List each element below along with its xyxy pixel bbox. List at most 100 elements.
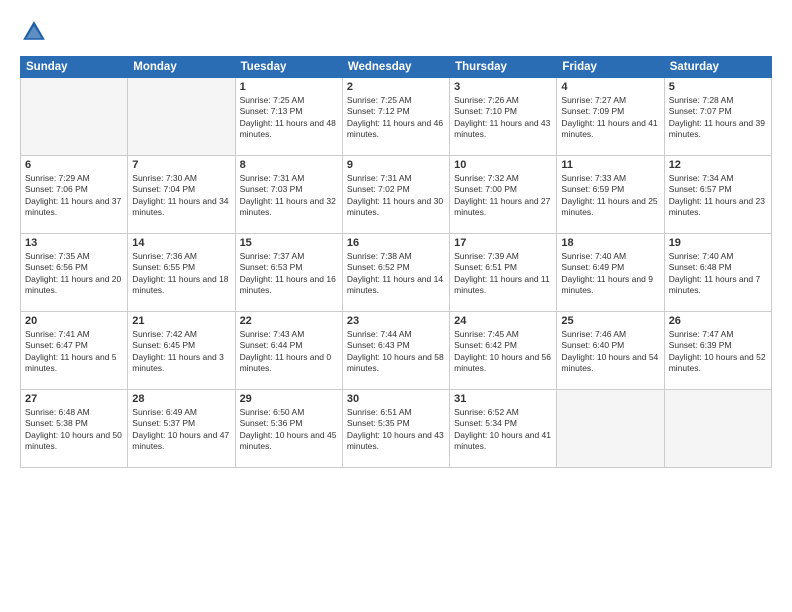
day-number: 4	[561, 81, 659, 93]
cell-info: Sunrise: 7:40 AMSunset: 6:48 PMDaylight:…	[669, 251, 767, 297]
day-cell: 2 Sunrise: 7:25 AMSunset: 7:12 PMDaylight…	[342, 78, 449, 156]
day-number: 23	[347, 315, 445, 327]
cell-info: Sunrise: 7:38 AMSunset: 6:52 PMDaylight:…	[347, 251, 445, 297]
day-cell	[128, 78, 235, 156]
day-cell: 12 Sunrise: 7:34 AMSunset: 6:57 PMDayligh…	[664, 156, 771, 234]
header-cell-saturday: Saturday	[664, 57, 771, 78]
day-cell: 28 Sunrise: 6:49 AMSunset: 5:37 PMDayligh…	[128, 390, 235, 468]
day-cell: 29 Sunrise: 6:50 AMSunset: 5:36 PMDayligh…	[235, 390, 342, 468]
cell-info: Sunrise: 7:43 AMSunset: 6:44 PMDaylight:…	[240, 329, 338, 375]
day-number: 28	[132, 393, 230, 405]
day-number: 18	[561, 237, 659, 249]
day-cell: 31 Sunrise: 6:52 AMSunset: 5:34 PMDayligh…	[450, 390, 557, 468]
logo	[20, 18, 52, 46]
day-cell: 24Sunrise: 7:45 AMSunset: 6:42 PMDayligh…	[450, 312, 557, 390]
week-row-3: 13Sunrise: 7:35 AMSunset: 6:56 PMDayligh…	[21, 234, 772, 312]
day-cell: 17Sunrise: 7:39 AMSunset: 6:51 PMDayligh…	[450, 234, 557, 312]
cell-info: Sunrise: 6:51 AMSunset: 5:35 PMDaylight:…	[347, 407, 445, 453]
day-cell: 21 Sunrise: 7:42 AMSunset: 6:45 PMDayligh…	[128, 312, 235, 390]
day-cell	[664, 390, 771, 468]
cell-info: Sunrise: 6:50 AMSunset: 5:36 PMDaylight:…	[240, 407, 338, 453]
cell-info: Sunrise: 7:27 AMSunset: 7:09 PMDaylight:…	[561, 95, 659, 141]
day-number: 24	[454, 315, 552, 327]
day-number: 20	[25, 315, 123, 327]
day-number: 1	[240, 81, 338, 93]
day-number: 11	[561, 159, 659, 171]
header-cell-tuesday: Tuesday	[235, 57, 342, 78]
day-number: 7	[132, 159, 230, 171]
day-cell: 6Sunrise: 7:29 AMSunset: 7:06 PMDaylight…	[21, 156, 128, 234]
cell-info: Sunrise: 7:31 AMSunset: 7:03 PMDaylight:…	[240, 173, 338, 219]
cell-info: Sunrise: 7:41 AMSunset: 6:47 PMDaylight:…	[25, 329, 123, 375]
cell-info: Sunrise: 7:36 AMSunset: 6:55 PMDaylight:…	[132, 251, 230, 297]
calendar: SundayMondayTuesdayWednesdayThursdayFrid…	[20, 56, 772, 468]
day-cell: 4 Sunrise: 7:27 AMSunset: 7:09 PMDaylight…	[557, 78, 664, 156]
header-cell-wednesday: Wednesday	[342, 57, 449, 78]
cell-info: Sunrise: 7:26 AMSunset: 7:10 PMDaylight:…	[454, 95, 552, 141]
logo-icon	[20, 18, 48, 46]
cell-info: Sunrise: 7:33 AMSunset: 6:59 PMDaylight:…	[561, 173, 659, 219]
cell-info: Sunrise: 6:52 AMSunset: 5:34 PMDaylight:…	[454, 407, 552, 453]
cell-info: Sunrise: 7:44 AMSunset: 6:43 PMDaylight:…	[347, 329, 445, 375]
cell-info: Sunrise: 7:32 AMSunset: 7:00 PMDaylight:…	[454, 173, 552, 219]
day-number: 31	[454, 393, 552, 405]
day-number: 8	[240, 159, 338, 171]
day-number: 17	[454, 237, 552, 249]
day-number: 5	[669, 81, 767, 93]
cell-info: Sunrise: 7:25 AMSunset: 7:13 PMDaylight:…	[240, 95, 338, 141]
day-cell: 3 Sunrise: 7:26 AMSunset: 7:10 PMDaylight…	[450, 78, 557, 156]
day-number: 26	[669, 315, 767, 327]
header-cell-sunday: Sunday	[21, 57, 128, 78]
cell-info: Sunrise: 7:42 AMSunset: 6:45 PMDaylight:…	[132, 329, 230, 375]
week-row-5: 27 Sunrise: 6:48 AMSunset: 5:38 PMDayligh…	[21, 390, 772, 468]
calendar-body: 1 Sunrise: 7:25 AMSunset: 7:13 PMDaylight…	[21, 78, 772, 468]
cell-info: Sunrise: 7:25 AMSunset: 7:12 PMDaylight:…	[347, 95, 445, 141]
day-number: 30	[347, 393, 445, 405]
day-cell: 5 Sunrise: 7:28 AMSunset: 7:07 PMDaylight…	[664, 78, 771, 156]
day-number: 19	[669, 237, 767, 249]
cell-info: Sunrise: 7:28 AMSunset: 7:07 PMDaylight:…	[669, 95, 767, 141]
header	[20, 18, 772, 46]
day-number: 21	[132, 315, 230, 327]
day-cell: 11 Sunrise: 7:33 AMSunset: 6:59 PMDayligh…	[557, 156, 664, 234]
cell-info: Sunrise: 7:30 AMSunset: 7:04 PMDaylight:…	[132, 173, 230, 219]
day-number: 14	[132, 237, 230, 249]
page: SundayMondayTuesdayWednesdayThursdayFrid…	[0, 0, 792, 612]
day-cell: 14 Sunrise: 7:36 AMSunset: 6:55 PMDayligh…	[128, 234, 235, 312]
day-number: 12	[669, 159, 767, 171]
cell-info: Sunrise: 6:49 AMSunset: 5:37 PMDaylight:…	[132, 407, 230, 453]
day-number: 10	[454, 159, 552, 171]
day-number: 22	[240, 315, 338, 327]
day-cell: 23 Sunrise: 7:44 AMSunset: 6:43 PMDayligh…	[342, 312, 449, 390]
day-cell: 10 Sunrise: 7:32 AMSunset: 7:00 PMDayligh…	[450, 156, 557, 234]
cell-info: Sunrise: 6:48 AMSunset: 5:38 PMDaylight:…	[25, 407, 123, 453]
day-number: 2	[347, 81, 445, 93]
day-cell	[557, 390, 664, 468]
day-number: 27	[25, 393, 123, 405]
day-cell: 13Sunrise: 7:35 AMSunset: 6:56 PMDayligh…	[21, 234, 128, 312]
header-cell-monday: Monday	[128, 57, 235, 78]
day-cell: 19 Sunrise: 7:40 AMSunset: 6:48 PMDayligh…	[664, 234, 771, 312]
header-cell-thursday: Thursday	[450, 57, 557, 78]
day-number: 16	[347, 237, 445, 249]
calendar-header-row: SundayMondayTuesdayWednesdayThursdayFrid…	[21, 57, 772, 78]
day-number: 29	[240, 393, 338, 405]
cell-info: Sunrise: 7:34 AMSunset: 6:57 PMDaylight:…	[669, 173, 767, 219]
cell-info: Sunrise: 7:37 AMSunset: 6:53 PMDaylight:…	[240, 251, 338, 297]
day-number: 9	[347, 159, 445, 171]
day-cell: 16 Sunrise: 7:38 AMSunset: 6:52 PMDayligh…	[342, 234, 449, 312]
cell-info: Sunrise: 7:31 AMSunset: 7:02 PMDaylight:…	[347, 173, 445, 219]
day-cell: 27 Sunrise: 6:48 AMSunset: 5:38 PMDayligh…	[21, 390, 128, 468]
day-cell: 9 Sunrise: 7:31 AMSunset: 7:02 PMDaylight…	[342, 156, 449, 234]
day-cell: 20 Sunrise: 7:41 AMSunset: 6:47 PMDayligh…	[21, 312, 128, 390]
week-row-1: 1 Sunrise: 7:25 AMSunset: 7:13 PMDaylight…	[21, 78, 772, 156]
week-row-2: 6Sunrise: 7:29 AMSunset: 7:06 PMDaylight…	[21, 156, 772, 234]
day-number: 3	[454, 81, 552, 93]
day-cell	[21, 78, 128, 156]
day-cell: 1 Sunrise: 7:25 AMSunset: 7:13 PMDaylight…	[235, 78, 342, 156]
day-cell: 26 Sunrise: 7:47 AMSunset: 6:39 PMDayligh…	[664, 312, 771, 390]
day-cell: 25Sunrise: 7:46 AMSunset: 6:40 PMDayligh…	[557, 312, 664, 390]
day-cell: 18Sunrise: 7:40 AMSunset: 6:49 PMDayligh…	[557, 234, 664, 312]
day-number: 13	[25, 237, 123, 249]
cell-info: Sunrise: 7:47 AMSunset: 6:39 PMDaylight:…	[669, 329, 767, 375]
